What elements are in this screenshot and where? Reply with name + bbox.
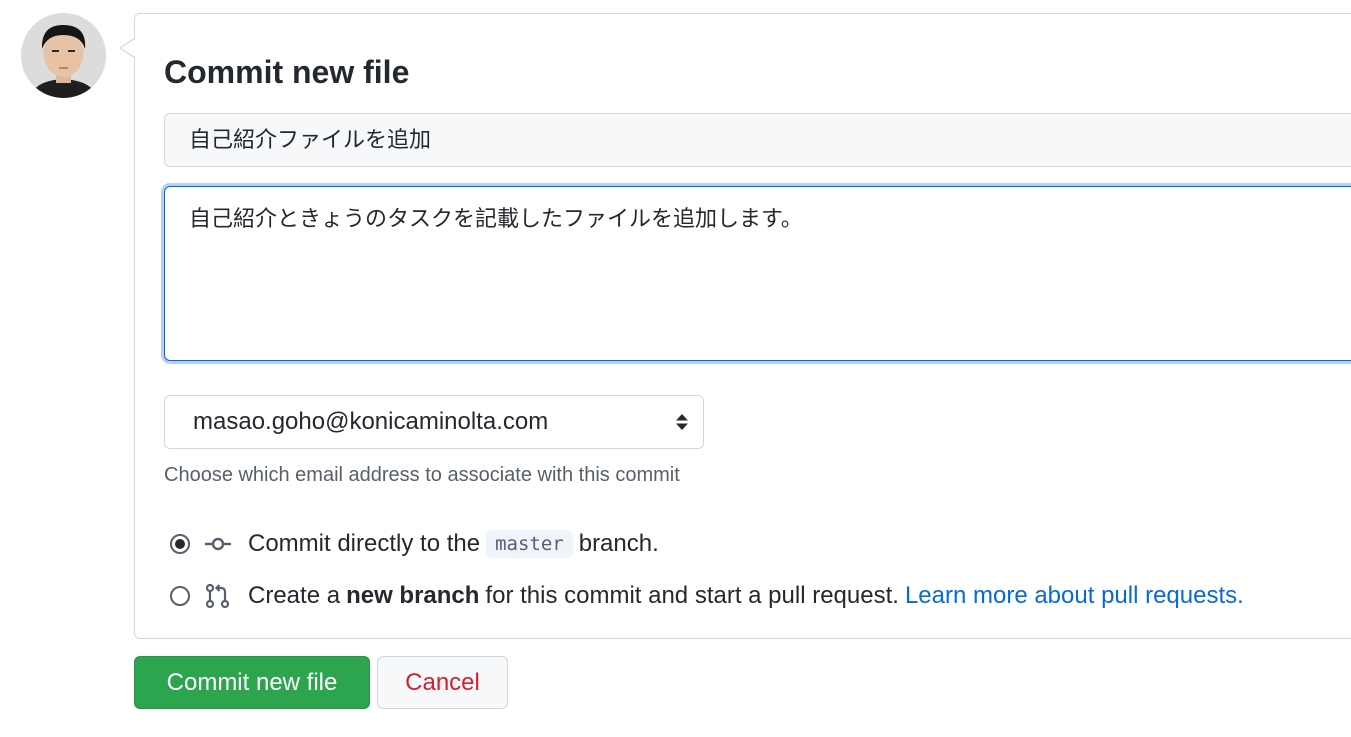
branch-name: master <box>486 530 573 558</box>
git-pull-request-icon <box>205 583 230 609</box>
commit-direct-prefix: Commit directly to the <box>248 530 481 557</box>
commit-description-textarea[interactable]: 自己紹介ときょうのタスクを記載したファイルを追加します。 <box>164 186 1351 361</box>
email-help-text: Choose which email address to associate … <box>164 464 680 486</box>
new-branch-radio[interactable] <box>170 586 190 606</box>
page-title: Commit new file <box>164 54 410 90</box>
email-select-value: masao.goho@konicaminolta.com <box>193 408 549 435</box>
new-branch-bold: new branch <box>346 582 480 609</box>
git-commit-icon <box>205 537 231 551</box>
avatar[interactable] <box>21 13 106 98</box>
commit-direct-radio[interactable] <box>170 534 190 554</box>
email-select[interactable]: masao.goho@konicaminolta.com <box>164 395 704 449</box>
new-branch-prefix: Create a <box>248 582 341 609</box>
commit-new-file-button[interactable]: Commit new file <box>134 656 370 709</box>
avatar-image <box>21 13 106 98</box>
pull-requests-link[interactable]: Learn more about pull requests. <box>905 582 1244 610</box>
new-branch-suffix: for this commit and start a pull request… <box>485 582 899 609</box>
commit-direct-suffix: branch. <box>578 530 659 557</box>
cancel-button[interactable]: Cancel <box>377 656 508 709</box>
commit-summary-input[interactable]: 自己紹介ファイルを追加 <box>164 113 1351 167</box>
new-branch-option[interactable]: Create a new branch for this commit and … <box>170 580 1244 612</box>
commit-direct-option[interactable]: Commit directly to the master branch. <box>170 528 659 560</box>
select-arrows-icon <box>676 414 688 430</box>
